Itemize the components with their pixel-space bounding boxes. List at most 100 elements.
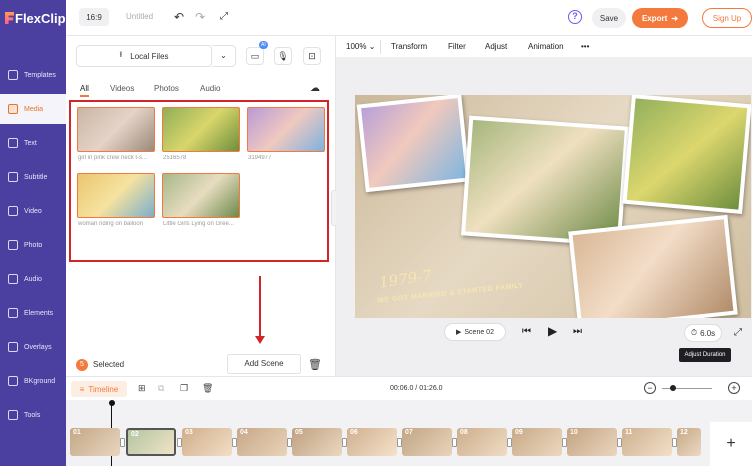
timeline-clip[interactable]: 04 xyxy=(237,428,287,456)
tab-all[interactable]: All xyxy=(80,84,89,93)
local-files-button[interactable]: ⭱ Local Files xyxy=(76,45,212,67)
video-icon xyxy=(8,206,18,216)
trash-icon[interactable]: 🗑 xyxy=(308,358,322,371)
more-options-button[interactable]: ••• xyxy=(581,42,589,51)
redo-icon[interactable]: ↷ xyxy=(193,10,207,24)
logo[interactable]: FlexClip xyxy=(0,0,66,36)
media-thumb-3[interactable] xyxy=(247,107,325,152)
timeline-clip[interactable]: 10 xyxy=(567,428,617,456)
duration-label: 6.0s xyxy=(700,328,716,338)
split-icon[interactable]: ⧉ xyxy=(158,383,164,394)
sidebar-item-overlays[interactable]: Overlays xyxy=(0,332,66,362)
adjust-button[interactable]: Adjust xyxy=(485,42,507,51)
media-thumb-label: girl in pink crew neck t-s... xyxy=(78,155,148,161)
aspect-ratio-button[interactable]: 16:9 xyxy=(79,8,109,26)
arrow-right-icon: ➜ xyxy=(671,13,679,23)
zoom-slider-handle[interactable] xyxy=(670,385,676,391)
media-grid: girl in pink crew neck t-s... 2516578 31… xyxy=(69,100,329,262)
play-main-icon[interactable]: ▶ xyxy=(548,324,557,338)
playhead-handle[interactable] xyxy=(109,400,115,406)
tab-audio[interactable]: Audio xyxy=(200,84,220,93)
selected-label: Selected xyxy=(93,360,125,369)
add-icon[interactable]: ⊞ xyxy=(138,383,146,394)
sidebar-item-subtitle[interactable]: Subtitle xyxy=(0,162,66,192)
add-scene-button[interactable]: Add Scene xyxy=(227,354,301,374)
sidebar-item-text[interactable]: Text xyxy=(0,128,66,158)
media-thumb-5[interactable] xyxy=(162,173,240,218)
sidebar-item-tools[interactable]: Tools xyxy=(0,400,66,430)
sidebar-item-elements[interactable]: Elements xyxy=(0,298,66,328)
tab-videos[interactable]: Videos xyxy=(110,84,134,93)
media-thumb-label: 2516578 xyxy=(163,155,187,161)
delete-icon[interactable]: 🗑 xyxy=(202,383,213,394)
transform-button[interactable]: Transform xyxy=(391,42,427,51)
canvas-photo-image xyxy=(572,219,734,318)
timeline-clip[interactable]: 07 xyxy=(402,428,452,456)
canvas-area: 1979-7 WE GOT MARRIED & STARTED FAMILY ▶… xyxy=(336,58,752,376)
templates-icon xyxy=(8,70,18,80)
animation-button[interactable]: Animation xyxy=(528,42,564,51)
project-title[interactable]: Untitled xyxy=(126,12,153,21)
zoom-select[interactable]: 100% ⌄ xyxy=(346,42,375,51)
sidebar-item-video[interactable]: Video xyxy=(0,196,66,226)
ai-badge: AI xyxy=(259,41,268,49)
divider xyxy=(380,40,381,54)
timeline-clip[interactable]: 08 xyxy=(457,428,507,456)
transition-button[interactable] xyxy=(120,438,125,447)
media-thumb-label: Little Girls Lying on Gree... xyxy=(163,221,234,227)
timeline-toggle-button[interactable]: ≡ Timeline xyxy=(71,381,127,397)
subtitle-icon xyxy=(8,172,18,182)
sidebar-item-photo[interactable]: Photo xyxy=(0,230,66,260)
sidebar-item-audio[interactable]: Audio xyxy=(0,264,66,294)
save-button[interactable]: Save xyxy=(592,8,626,28)
canvas-year-text[interactable]: 1979-7 xyxy=(378,266,433,291)
media-thumb-4[interactable] xyxy=(77,173,155,218)
help-icon[interactable]: ? xyxy=(568,10,582,24)
zoom-out-icon[interactable]: − xyxy=(644,382,656,394)
duplicate-icon[interactable]: ❐ xyxy=(180,383,188,394)
timeline-clip[interactable]: 12 xyxy=(677,428,701,456)
undo-icon[interactable]: ↶ xyxy=(172,10,186,24)
previous-icon[interactable]: ⏮ xyxy=(522,326,531,337)
duration-tooltip: Adjust Duration xyxy=(679,348,731,362)
timeline-clip[interactable]: 02 xyxy=(126,428,176,456)
canvas-photo-3[interactable] xyxy=(622,95,751,215)
clock-icon: ⏱ xyxy=(690,328,698,337)
ai-chat-icon[interactable]: ▭ xyxy=(246,47,264,65)
top-bar: 16:9 Untitled ↶ ↷ ⤢ ? Save Export ➜ Sign… xyxy=(66,0,752,36)
canvas-photo-1[interactable] xyxy=(356,95,471,193)
add-clip-button[interactable]: + xyxy=(710,422,752,466)
timeline-clip[interactable]: 01 xyxy=(70,428,120,456)
sidebar-item-templates[interactable]: Templates xyxy=(0,60,66,90)
fit-screen-icon[interactable]: ⤢ xyxy=(217,10,231,24)
media-panel: ⭱ Local Files ⌄ ▭ AI 🎙 ⊡ All Videos Phot… xyxy=(66,36,336,376)
timeline-clip[interactable]: 11 xyxy=(622,428,672,456)
sidebar-item-background[interactable]: BKground xyxy=(0,366,66,396)
signup-button[interactable]: Sign Up xyxy=(702,8,752,28)
scene-play-button[interactable]: ▶ Scene 02 xyxy=(444,323,506,341)
video-canvas[interactable]: 1979-7 WE GOT MARRIED & STARTED FAMILY xyxy=(355,95,751,318)
microphone-icon[interactable]: 🎙 xyxy=(274,47,292,65)
zoom-in-icon[interactable]: + xyxy=(728,382,740,394)
timeline-clip[interactable]: 09 xyxy=(512,428,562,456)
sidebar-item-media[interactable]: Media xyxy=(0,94,67,124)
media-thumb-2[interactable] xyxy=(162,107,240,152)
media-icon xyxy=(8,104,18,114)
next-icon[interactable]: ⏭ xyxy=(573,326,582,337)
cloud-off-icon[interactable]: ☁ xyxy=(310,83,320,94)
timeline-bar: ≡ Timeline ⊞ ⧉ ❐ 🗑 00:06.0 / 01:26.0 − + xyxy=(66,376,752,400)
timeline-clip[interactable]: 05 xyxy=(292,428,342,456)
timeline-clip[interactable]: 06 xyxy=(347,428,397,456)
timeline-clip[interactable]: 03 xyxy=(182,428,232,456)
tab-photos[interactable]: Photos xyxy=(154,84,179,93)
filter-button[interactable]: Filter xyxy=(448,42,466,51)
upload-dropdown[interactable]: ⌄ xyxy=(212,45,236,67)
export-button[interactable]: Export ➜ xyxy=(632,8,688,28)
media-thumb-1[interactable] xyxy=(77,107,155,152)
timeline-time: 00:06.0 / 01:26.0 xyxy=(390,385,443,392)
canvas-photo-4[interactable] xyxy=(568,214,738,318)
screen-record-icon[interactable]: ⊡ xyxy=(303,47,321,65)
export-label: Export xyxy=(641,13,668,23)
fullscreen-icon[interactable]: ⤢ xyxy=(734,327,742,338)
duration-button[interactable]: ⏱ 6.0s xyxy=(684,324,722,342)
